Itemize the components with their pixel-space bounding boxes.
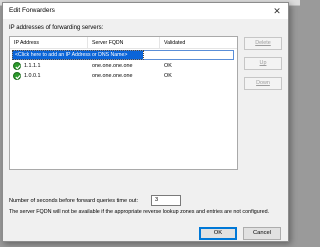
down-button[interactable]: Down <box>244 77 282 90</box>
validated-cell: OK <box>164 73 172 79</box>
dialog-title: Edit Forwarders <box>9 7 55 14</box>
check-circle-icon <box>13 62 21 70</box>
check-circle-icon <box>13 72 21 80</box>
fqdn-cell: one.one.one.one <box>92 73 133 79</box>
fqdn-cell: one.one.one.one <box>92 63 133 69</box>
ok-button[interactable]: OK <box>199 227 237 240</box>
table-row[interactable]: 1.0.0.1 one.one.one.one OK <box>10 71 237 81</box>
table-row[interactable]: 1.1.1.1 one.one.one.one OK <box>10 61 237 71</box>
edit-forwarders-dialog: Edit Forwarders ✕ IP addresses of forwar… <box>2 2 289 242</box>
validated-cell: OK <box>164 63 172 69</box>
column-header-fqdn[interactable]: Server FQDN <box>88 37 160 49</box>
fqdn-note: The server FQDN will not be available if… <box>9 209 270 215</box>
column-header-ip[interactable]: IP Address <box>10 37 88 49</box>
ip-cell: 1.0.0.1 <box>24 73 41 79</box>
timeout-label: Number of seconds before forward queries… <box>9 198 139 204</box>
list-header: IP Address Server FQDN Validated <box>10 37 237 49</box>
close-icon[interactable]: ✕ <box>270 4 284 18</box>
timeout-input[interactable]: 3 <box>151 195 181 206</box>
servers-label: IP addresses of forwarding servers: <box>9 25 104 31</box>
add-entry-placeholder[interactable]: <Click here to add an IP Address or DNS … <box>12 50 144 60</box>
title-bar: Edit Forwarders ✕ <box>3 3 288 19</box>
add-entry-row[interactable]: <Click here to add an IP Address or DNS … <box>10 50 237 60</box>
column-header-validated[interactable]: Validated <box>160 37 237 49</box>
forwarders-list[interactable]: IP Address Server FQDN Validated <Click … <box>9 36 238 170</box>
delete-button[interactable]: Delete <box>244 37 282 50</box>
up-button[interactable]: Up <box>244 57 282 70</box>
cancel-button[interactable]: Cancel <box>243 227 281 240</box>
ip-cell: 1.1.1.1 <box>24 63 41 69</box>
